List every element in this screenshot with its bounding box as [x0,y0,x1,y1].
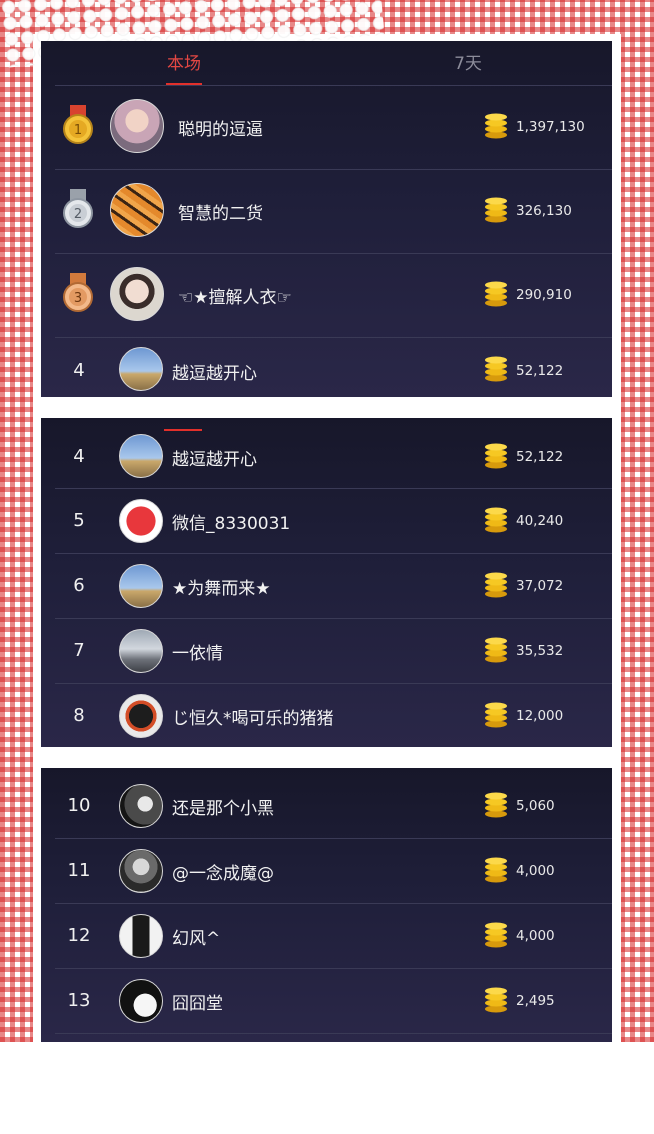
user-avatar[interactable] [119,979,163,1023]
gold-coins-icon [485,857,507,883]
coin-amount: 1,397,130 [516,119,585,135]
rank-number: 12 [67,925,91,946]
gold-coins-icon [485,702,507,728]
user-avatar[interactable] [119,347,163,391]
user-avatar[interactable] [119,629,163,673]
username: 微信_8330031 [172,514,291,534]
tab-bar: 本场 7天 [41,41,612,87]
leaderboard-row[interactable]: 3 ☜★擅解人衣☞ 290,910 [41,253,612,338]
username: 越逗越开心 [172,364,257,384]
leaderboard-row[interactable]: 13 囧囧堂 2,495 [41,968,612,1033]
username: ★为舞而来★ [172,579,271,599]
coin-amount: 326,130 [516,203,572,219]
user-avatar[interactable] [110,183,164,237]
coin-amount: 40,240 [516,513,564,529]
gold-coins-icon [485,113,507,139]
gold-coins-icon [485,507,507,533]
leaderboard-row[interactable]: 11 @一念成魔@ 4,000 [41,838,612,903]
coin-amount: 35,532 [516,643,564,659]
gold-coins-icon [485,356,507,382]
leaderboard-row[interactable]: 12 幻风^ 4,000 [41,903,612,968]
bronze-medal-icon: 3 [63,273,93,312]
divider [55,1033,612,1034]
leaderboard-row[interactable]: 2 智慧的二货 326,130 [41,169,612,254]
gold-coins-icon [485,572,507,598]
leaderboard-row[interactable]: 8 じ恒久*喝可乐的猪猪 12,000 [41,683,612,747]
user-avatar[interactable] [119,564,163,608]
rank-number: 6 [73,575,85,596]
coin-amount: 4,000 [516,863,555,879]
username: 聪明的逗逼 [178,120,263,140]
rank-number: 11 [67,860,91,881]
gold-coins-icon [485,281,507,307]
coin-amount: 5,060 [516,798,555,814]
rank-number: 4 [73,446,85,467]
tab-7-days[interactable]: 7天 [433,49,503,79]
leaderboard-panel-1: 本场 7天 1 聪明的逗逼 1,397,130 2 智慧的二货 326,130 … [41,41,612,397]
leaderboard-row[interactable]: 4 越逗越开心 52,122 [41,337,612,397]
leaderboard-panel-2: 4 越逗越开心 52,122 5 微信_8330031 40,240 6 ★为舞… [41,418,612,747]
silver-medal-icon: 2 [63,189,93,228]
user-avatar[interactable] [119,914,163,958]
username: 幻风^ [172,929,221,949]
leaderboard-row[interactable]: 6 ★为舞而来★ 37,072 [41,553,612,618]
username: 还是那个小黑 [172,799,274,819]
rank-number: 5 [73,510,85,531]
leaderboard-row[interactable]: 4 越逗越开心 52,122 [41,430,612,488]
username: ☜★擅解人衣☞ [178,288,292,308]
rank-number: 4 [73,360,85,381]
username: 囧囧堂 [172,994,223,1014]
tab-this-show[interactable]: 本场 [149,49,219,79]
leaderboard-panel-3: 10 还是那个小黑 5,060 11 @一念成魔@ 4,000 12 幻风^ 4… [41,768,612,1042]
username: 一依情 [172,644,223,664]
username: 智慧的二货 [178,204,263,224]
rank-number: 13 [67,990,91,1011]
coin-amount: 52,122 [516,449,564,465]
gold-coins-icon [485,637,507,663]
leaderboard-row[interactable]: 1 聪明的逗逼 1,397,130 [41,85,612,170]
leaderboard-row[interactable]: 7 一依情 35,532 [41,618,612,683]
gold-coins-icon [485,792,507,818]
user-avatar[interactable] [119,694,163,738]
coin-amount: 4,000 [516,928,555,944]
user-avatar[interactable] [119,499,163,543]
svg-text:1: 1 [74,123,82,138]
gold-coins-icon [485,922,507,948]
gold-medal-icon: 1 [63,105,93,144]
user-avatar[interactable] [119,784,163,828]
svg-text:2: 2 [74,207,82,222]
user-avatar[interactable] [110,267,164,321]
gold-coins-icon [485,987,507,1013]
rank-number: 10 [67,795,91,816]
user-avatar[interactable] [119,434,163,478]
coin-amount: 37,072 [516,578,564,594]
rank-number: 8 [73,705,85,726]
gold-coins-icon [485,443,507,469]
svg-text:3: 3 [74,291,82,306]
username: じ恒久*喝可乐的猪猪 [172,709,334,729]
coin-amount: 2,495 [516,993,555,1009]
coin-amount: 52,122 [516,363,564,379]
user-avatar[interactable] [119,849,163,893]
gold-coins-icon [485,197,507,223]
rank-number: 7 [73,640,85,661]
user-avatar[interactable] [110,99,164,153]
coin-amount: 12,000 [516,708,564,724]
username: @一念成魔@ [172,864,274,884]
coin-amount: 290,910 [516,287,572,303]
leaderboard-row[interactable]: 5 微信_8330031 40,240 [41,488,612,553]
leaderboard-row[interactable]: 10 还是那个小黑 5,060 [41,773,612,838]
username: 越逗越开心 [172,450,257,470]
